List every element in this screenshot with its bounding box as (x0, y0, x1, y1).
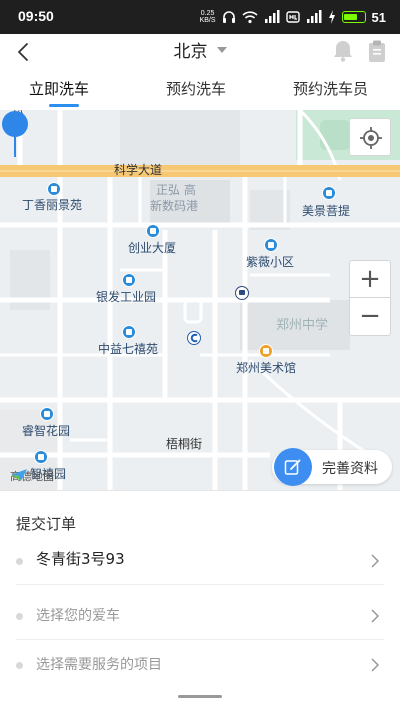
signal-icon (264, 10, 280, 23)
chevron-right-icon (371, 554, 380, 568)
select-service-row[interactable]: 选择需要服务的项目 (0, 641, 400, 689)
poi-marker (122, 273, 136, 287)
divider (16, 584, 384, 585)
status-bar: 09:50 0.25 KB/S 51 (0, 0, 400, 34)
status-time: 09:50 (18, 8, 54, 24)
map-view[interactable]: 松 路 科学大道 正弘 高 新数码港 丁香丽景苑 美景菩提 创业大厦 紫薇小区 … (0, 110, 400, 490)
bullet-dot-icon (16, 613, 23, 620)
crosshair-icon (360, 127, 382, 149)
complete-profile-button[interactable]: 完善资料 (272, 448, 392, 486)
zoom-in-button[interactable]: + (349, 260, 391, 298)
map-label-ruizhi: 睿智花园 (22, 424, 71, 438)
map-label-yinfa: 银发工业园 (96, 290, 157, 304)
map-label-digital-port: 新数码港 (150, 199, 199, 213)
select-car-row[interactable]: 选择您的爱车 (0, 592, 400, 640)
order-sheet: 提交订单 冬青街3号93 选择您的爱车 选择需要服务的项目 (0, 490, 400, 711)
map-label-zhengzhou-school: 郑州中学 (276, 318, 329, 333)
bullet-dot-icon (16, 558, 23, 565)
map-label-wutong: 梧桐街 (166, 437, 203, 451)
city-title: 北京 (173, 42, 208, 62)
wifi-icon (241, 11, 258, 24)
signal-icon (306, 10, 322, 23)
select-car-placeholder: 选择您的爱车 (36, 608, 120, 624)
chevron-right-icon (371, 658, 380, 672)
home-indicator[interactable] (178, 695, 222, 698)
hd-icon (285, 11, 300, 23)
locate-button[interactable] (349, 118, 391, 156)
tab-scheduled-wash[interactable]: 预约洗车 (166, 78, 226, 99)
map-attribution: 高德地图 (10, 468, 54, 484)
complete-profile-label: 完善资料 (322, 461, 378, 477)
bullet-dot-icon (16, 662, 23, 669)
poi-marker (122, 325, 136, 339)
address-value: 冬青街3号93 (36, 550, 125, 568)
charging-icon (328, 10, 335, 24)
poi-marker (322, 186, 336, 200)
bank-icon (187, 331, 201, 345)
speed-value: 0.25 (200, 10, 215, 17)
map-label-zhenghong: 正弘 高 (156, 183, 196, 197)
poi-marker (264, 238, 278, 252)
zoom-in-icon: + (359, 264, 381, 294)
map-label-zhongyi: 中益七禧苑 (98, 342, 159, 356)
headphones-icon (222, 11, 235, 23)
poi-marker (259, 344, 273, 358)
chevron-right-icon (371, 609, 380, 623)
battery-level: 51 (371, 9, 386, 25)
map-label-dingxiang: 丁香丽景苑 (22, 198, 83, 212)
tab-scheduled-washer[interactable]: 预约洗车员 (293, 78, 368, 99)
zoom-out-button[interactable]: − (349, 298, 391, 336)
map-label-ziwei: 紫薇小区 (246, 255, 295, 269)
city-dropdown-caret-icon (216, 46, 227, 53)
order-title: 提交订单 (16, 515, 77, 533)
poi-marker (146, 224, 160, 238)
map-label-science-ave: 科学大道 (114, 163, 163, 177)
app-header: 北京 (0, 34, 400, 70)
poi-marker (47, 182, 61, 196)
tab-instant-wash[interactable]: 立即洗车 (29, 78, 89, 99)
address-row[interactable]: 冬青街3号93 (0, 537, 400, 585)
status-icons: 0.25 KB/S 51 (200, 8, 386, 26)
map-label-meijing: 美景菩提 (302, 204, 351, 218)
divider (16, 639, 384, 640)
service-tabs: 立即洗车 预约洗车 预约洗车员 (0, 70, 400, 110)
active-tab-indicator (49, 104, 79, 107)
bus-stop-icon (235, 286, 249, 300)
map-label-art-museum: 郑州美术馆 (236, 361, 297, 375)
location-pin-icon (2, 111, 28, 157)
edit-icon (274, 448, 312, 486)
select-service-placeholder: 选择需要服务的项目 (36, 657, 162, 673)
battery-icon (341, 11, 366, 23)
clipboard-icon[interactable] (366, 39, 388, 63)
zoom-out-icon: − (359, 301, 381, 331)
poi-marker (40, 407, 54, 421)
poi-marker (34, 450, 48, 464)
speed-unit: KB/S (199, 17, 216, 24)
amap-logo-icon (11, 469, 27, 481)
bell-icon[interactable] (332, 39, 354, 63)
map-label-chuangye: 创业大厦 (128, 241, 177, 255)
network-speed: 0.25 KB/S (200, 10, 216, 24)
